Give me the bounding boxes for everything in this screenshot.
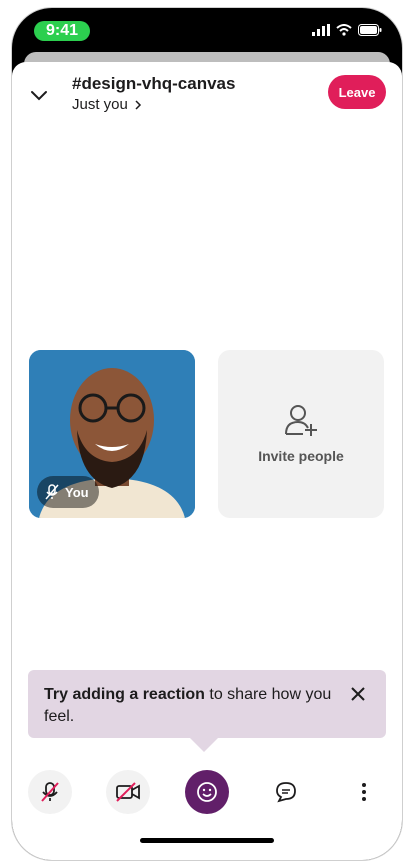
signal-icon <box>312 24 330 36</box>
invite-people-label: Invite people <box>258 448 344 464</box>
status-time: 9:41 <box>34 21 90 41</box>
tooltip-bold: Try adding a reaction <box>44 686 205 703</box>
video-button[interactable] <box>106 770 150 814</box>
you-badge: You <box>37 476 99 508</box>
chevron-right-icon <box>135 99 141 110</box>
home-indicator <box>140 838 274 843</box>
you-label: You <box>65 484 89 500</box>
wifi-icon <box>336 24 352 36</box>
status-bar: 9:41 <box>12 8 402 56</box>
emoji-icon <box>197 782 217 802</box>
chat-button[interactable] <box>264 770 308 814</box>
tooltip-arrow <box>190 738 218 752</box>
more-icon <box>362 783 366 801</box>
tooltip-text: Try adding a reaction to share how you f… <box>44 684 344 728</box>
video-off-icon <box>116 782 140 802</box>
channel-title: #design-vhq-canvas <box>72 74 236 93</box>
reaction-tooltip: Try adding a reaction to share how you f… <box>28 670 386 738</box>
leave-button[interactable]: Leave <box>328 75 386 109</box>
huddle-sheet: #design-vhq-canvas Just you Leave You In… <box>12 62 402 860</box>
chevron-down-icon[interactable] <box>28 84 50 106</box>
phone-frame: 9:41 #design-vhq-canvas Just you Leave Y… <box>12 8 402 860</box>
mic-off-icon <box>45 484 59 500</box>
chat-icon <box>276 782 296 803</box>
status-icons <box>312 24 382 36</box>
close-icon[interactable] <box>348 684 368 704</box>
participants-link[interactable]: Just you <box>72 96 142 113</box>
invite-people-tile[interactable]: Invite people <box>218 350 384 518</box>
battery-icon <box>358 24 382 36</box>
participant-tile-you: You <box>29 350 195 518</box>
reaction-button[interactable] <box>185 770 229 814</box>
add-person-icon <box>285 405 317 436</box>
mic-off-icon <box>41 782 59 802</box>
more-button[interactable] <box>342 770 386 814</box>
mute-button[interactable] <box>28 770 72 814</box>
participants-label: Just you <box>72 96 128 113</box>
